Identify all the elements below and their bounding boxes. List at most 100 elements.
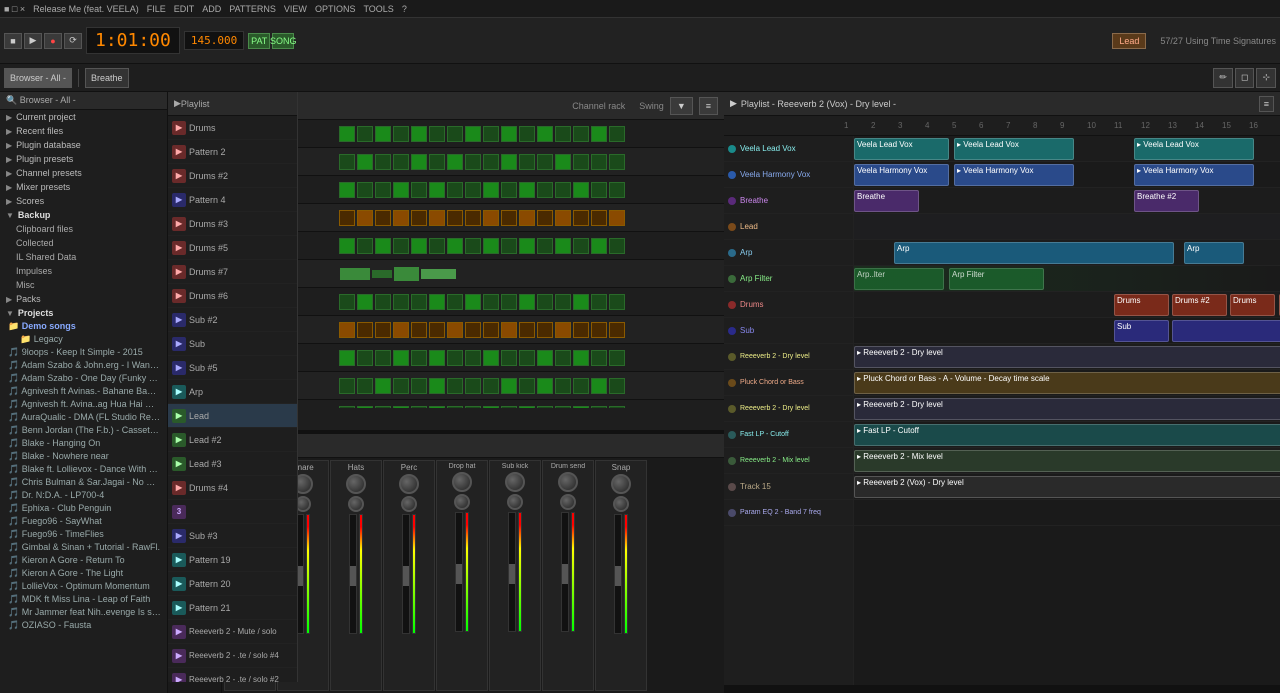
song-mode-button[interactable]: PAT (248, 33, 270, 49)
pad[interactable] (429, 154, 445, 170)
pad[interactable] (519, 154, 535, 170)
mixer-knob[interactable] (452, 472, 472, 492)
pad[interactable] (393, 378, 409, 394)
pad[interactable] (483, 350, 499, 366)
list-item[interactable]: 🎵 Adam Szabo & John.erg - I Wanna Be (0, 359, 167, 372)
pad[interactable] (591, 350, 607, 366)
sidebar-item-shared-data[interactable]: IL Shared Data (0, 250, 167, 264)
clip-breathe-1[interactable]: Breathe (854, 190, 919, 212)
mixer-fader[interactable] (508, 512, 516, 632)
list-item[interactable]: 🎵 OZIASO - Fausta (0, 619, 167, 632)
pad[interactable] (573, 378, 589, 394)
list-item[interactable]: 🎵 Blake - Nowhere near (0, 450, 167, 463)
pad[interactable] (465, 378, 481, 394)
sidebar-item-recent-files[interactable]: ▶ Recent files (0, 124, 167, 138)
pattern-item-sub[interactable]: ▶Sub (168, 332, 297, 356)
pad[interactable] (339, 238, 355, 254)
pad[interactable] (573, 182, 589, 198)
pad[interactable] (375, 182, 391, 198)
clip-sub-1[interactable]: Sub (1114, 320, 1169, 342)
clip-veela-vox-3[interactable]: ▸ Veela Lead Vox (1134, 138, 1254, 160)
pad[interactable] (357, 294, 373, 310)
pad[interactable] (573, 126, 589, 142)
pattern-item-21[interactable]: ▶Pattern 21 (168, 596, 297, 620)
pattern-item-lead3[interactable]: ▶Lead #3 (168, 452, 297, 476)
mixer-fader[interactable] (455, 512, 463, 632)
bpm-display[interactable]: 145.000 (184, 31, 244, 50)
pad[interactable] (537, 378, 553, 394)
pad[interactable] (519, 238, 535, 254)
pad[interactable] (357, 126, 373, 142)
pad[interactable] (609, 378, 625, 394)
list-item[interactable]: 🎵 LollieVox - Optimum Momentum (0, 580, 167, 593)
pad[interactable] (375, 154, 391, 170)
list-item[interactable]: 🎵 Dr. N:D.A. - LP700-4 (0, 489, 167, 502)
mixer-fader[interactable] (614, 514, 622, 634)
erase-tool[interactable]: ◻ (1235, 68, 1254, 88)
mixer-fader-handle[interactable] (562, 564, 568, 584)
pad[interactable] (501, 126, 517, 142)
pad[interactable] (501, 294, 517, 310)
pattern-item-drums7[interactable]: ▶Drums #7 (168, 260, 297, 284)
pad[interactable] (591, 238, 607, 254)
pad[interactable] (519, 322, 535, 338)
mixer-knob[interactable] (558, 472, 578, 492)
pad[interactable] (519, 126, 535, 142)
pad[interactable] (465, 126, 481, 142)
pattern-item-lead[interactable]: ▶Lead (168, 404, 297, 428)
menu-file[interactable]: FILE (147, 4, 166, 14)
sidebar-item-current-project[interactable]: ▶ Current project (0, 110, 167, 124)
pad[interactable] (609, 238, 625, 254)
mixer-knob2[interactable] (560, 494, 576, 510)
pad[interactable] (429, 350, 445, 366)
pad[interactable] (465, 350, 481, 366)
pad[interactable] (411, 182, 427, 198)
pattern-item-drums4[interactable]: ▶Drums #4 (168, 476, 297, 500)
pad[interactable] (573, 350, 589, 366)
pad[interactable] (375, 322, 391, 338)
stop-button[interactable]: ■ (4, 33, 22, 49)
pad[interactable] (483, 182, 499, 198)
play-button[interactable]: ▶ (24, 33, 42, 49)
mixer-fader-handle[interactable] (403, 566, 409, 586)
list-item[interactable]: 🎵 Ephixa - Club Penguin (0, 502, 167, 515)
pad[interactable] (339, 126, 355, 142)
pad[interactable] (609, 322, 625, 338)
pad[interactable] (357, 378, 373, 394)
pad[interactable] (447, 182, 463, 198)
list-item[interactable]: 🎵 Fuego96 - TimeFlies (0, 528, 167, 541)
pad[interactable] (357, 238, 373, 254)
clip-veela-vox-1[interactable]: Veela Lead Vox (854, 138, 949, 160)
pad[interactable] (411, 294, 427, 310)
pad[interactable] (411, 322, 427, 338)
mixer-knob[interactable] (505, 472, 525, 492)
pad[interactable] (591, 210, 607, 226)
clip-veela-vox-2[interactable]: ▸ Veela Lead Vox (954, 138, 1074, 160)
list-item[interactable]: 🎵 Kieron A Gore - Return To (0, 554, 167, 567)
pad[interactable] (483, 126, 499, 142)
clip-reverb-dry2[interactable]: ▸ Reeeverb 2 - Dry level (854, 398, 1280, 420)
mixer-fader-handle[interactable] (615, 566, 621, 586)
list-item[interactable]: 🎵 9loops - Keep It Simple - 2015 (0, 346, 167, 359)
pad[interactable] (339, 378, 355, 394)
list-item[interactable]: 🎵 Agnivesh ft. Avina..ag Hua Hai Mujhe (0, 398, 167, 411)
pad[interactable] (393, 210, 409, 226)
draw-tool[interactable]: ✏ (1213, 68, 1233, 88)
pattern-item-drums3[interactable]: ▶Drums #3 (168, 212, 297, 236)
pattern-item-reverb-te2[interactable]: ▶Reeeverb 2 - .te / solo #2 (168, 668, 297, 682)
menu-add[interactable]: ADD (202, 4, 221, 14)
pad[interactable] (555, 322, 571, 338)
pad[interactable] (483, 322, 499, 338)
pad[interactable] (573, 210, 589, 226)
pad[interactable] (429, 238, 445, 254)
pad[interactable] (447, 126, 463, 142)
playlist-menu[interactable]: ≡ (1259, 96, 1274, 112)
pad[interactable] (339, 294, 355, 310)
clip-arp-filter-1[interactable]: Arp..lter (854, 268, 944, 290)
pad[interactable] (447, 378, 463, 394)
pad[interactable] (429, 322, 445, 338)
pad[interactable] (429, 126, 445, 142)
pad[interactable] (519, 182, 535, 198)
pad[interactable] (609, 126, 625, 142)
list-item[interactable]: 🎵 Mr Jammer feat Nih..evenge Is sweet (0, 606, 167, 619)
